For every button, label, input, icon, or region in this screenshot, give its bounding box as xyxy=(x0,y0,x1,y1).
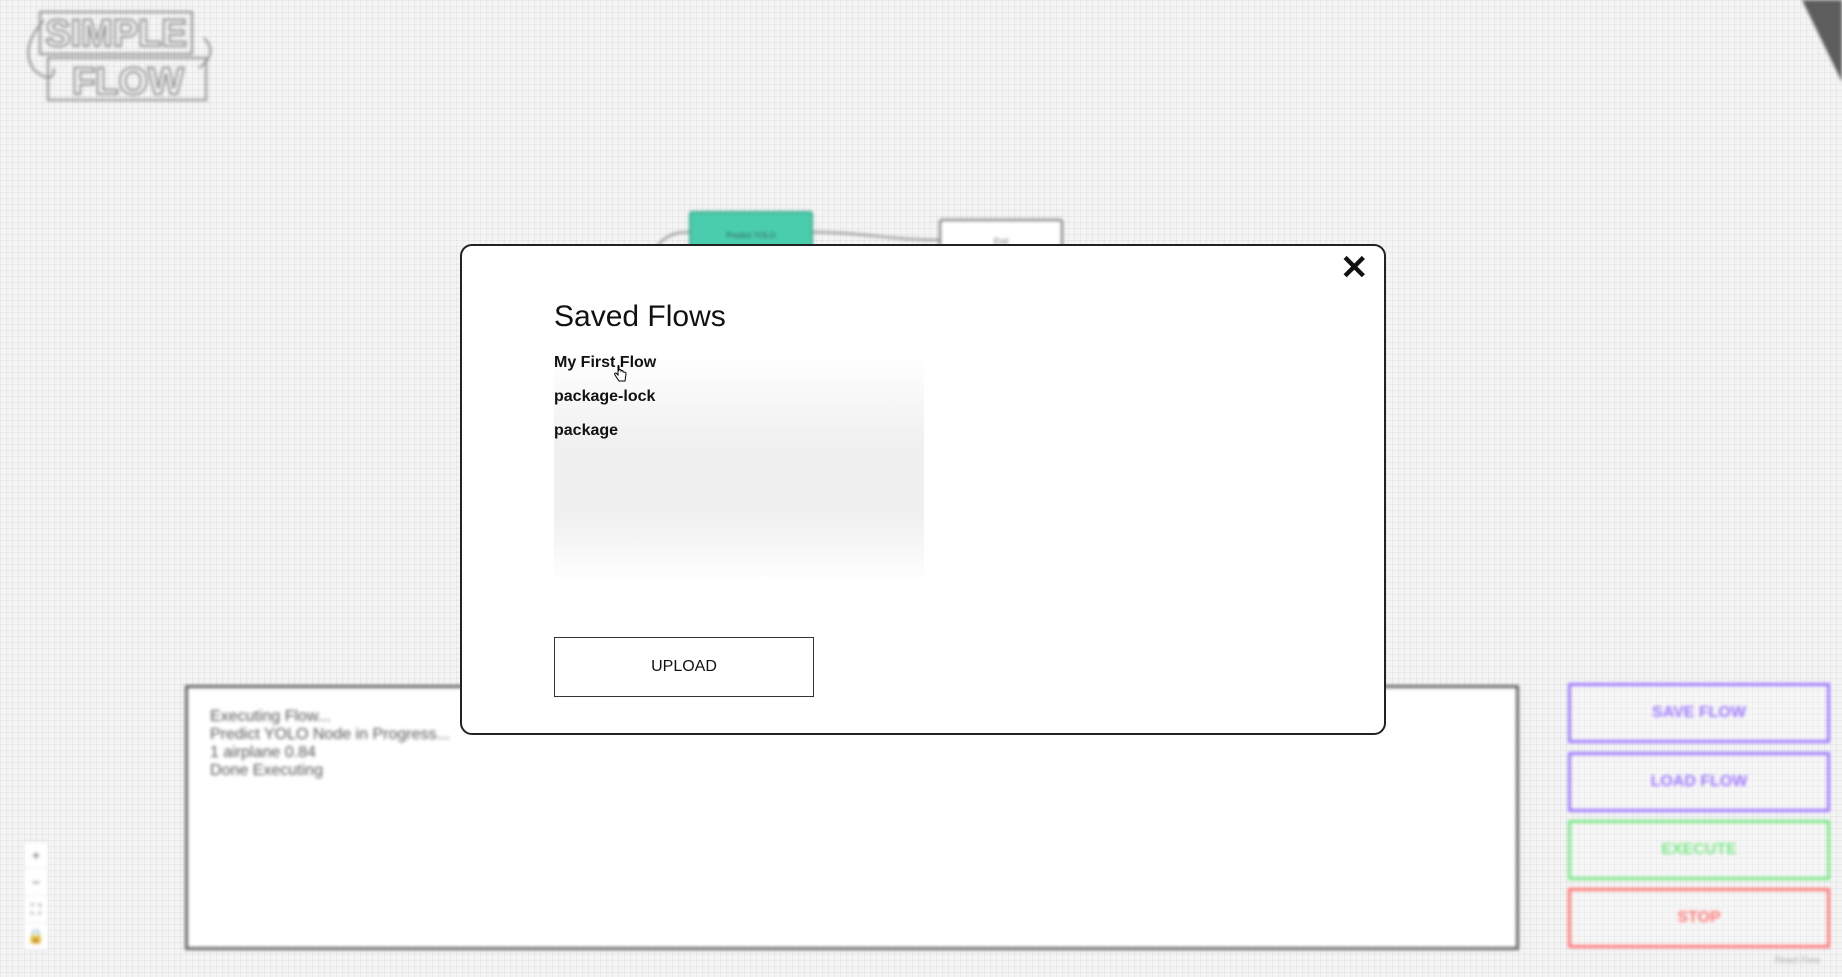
close-icon[interactable]: ✕ xyxy=(1340,251,1369,285)
saved-flows-list: My First Flow package-lock package xyxy=(554,354,924,584)
flow-item-package-lock[interactable]: package-lock xyxy=(554,388,924,422)
pointer-cursor-icon xyxy=(614,365,627,382)
modal-title: Saved Flows xyxy=(554,300,726,333)
saved-flows-modal: ✕ Saved Flows My First Flow package-lock… xyxy=(460,244,1386,735)
flow-item-package[interactable]: package xyxy=(554,422,924,456)
upload-button[interactable]: UPLOAD xyxy=(554,637,814,697)
flow-item-my-first-flow[interactable]: My First Flow xyxy=(554,354,924,388)
